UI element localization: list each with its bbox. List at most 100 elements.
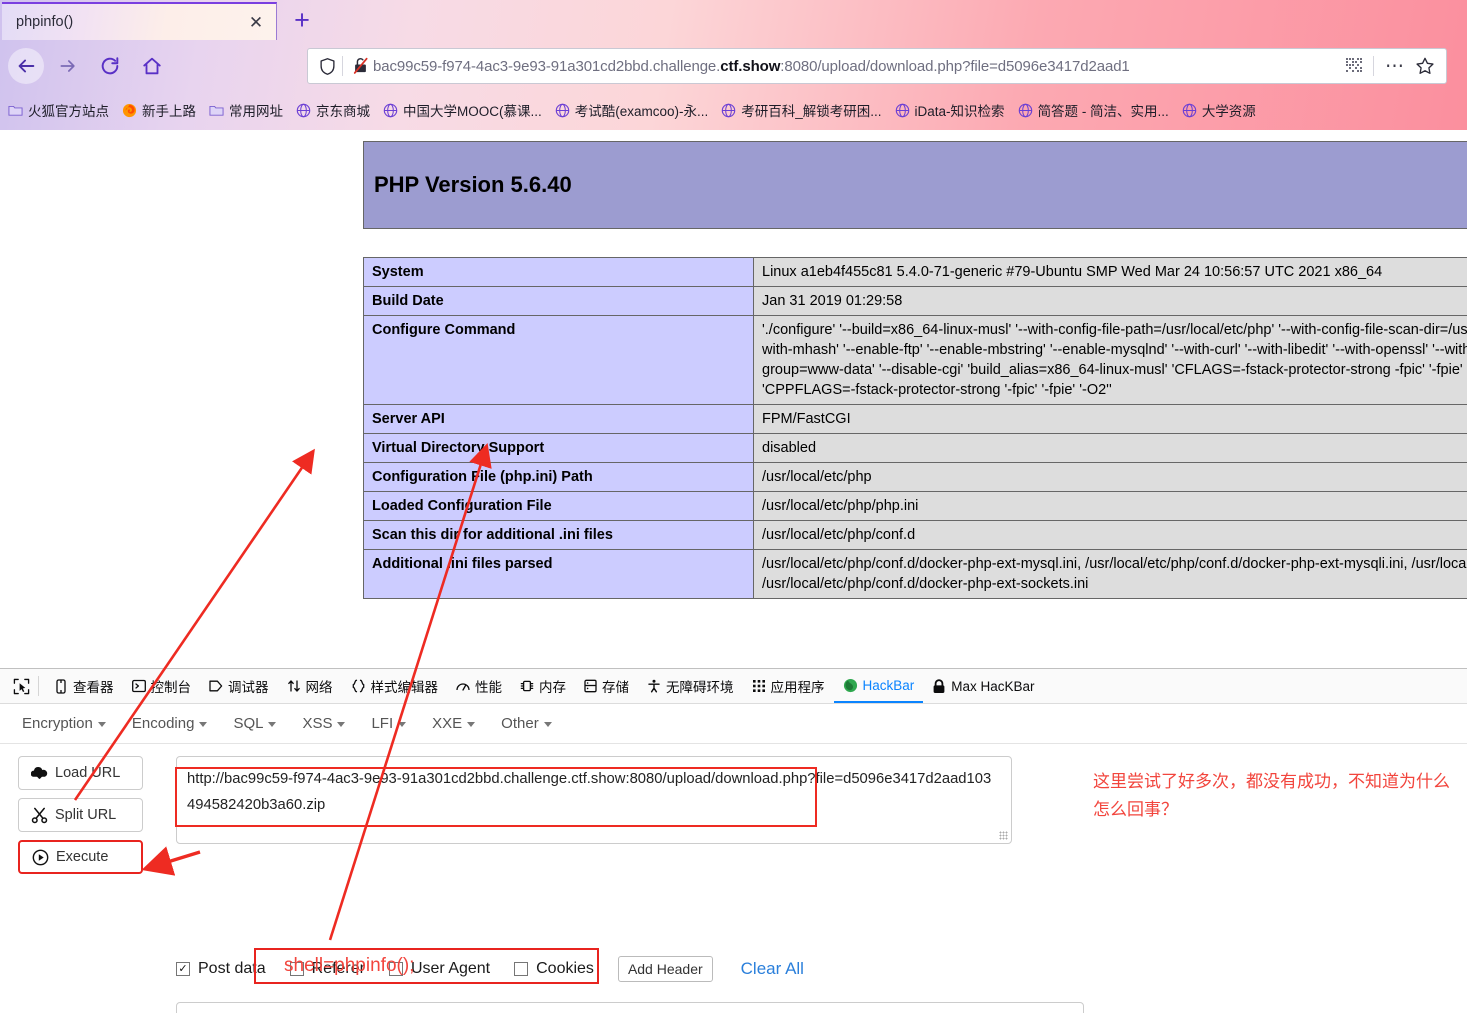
home-icon[interactable] [134, 48, 170, 84]
devtools-tab-network[interactable]: 网络 [278, 669, 342, 703]
table-cell-key: Virtual Directory Support [363, 433, 754, 463]
checkbox-box: ✓ [176, 962, 190, 976]
hackbar-menu-encryption[interactable]: Encryption [22, 715, 106, 732]
devtools-tab-debugger[interactable]: 调试器 [200, 669, 278, 703]
chevron-down-icon [337, 721, 346, 727]
hackbar-menu-xss[interactable]: XSS [302, 715, 346, 732]
hackbar-url-input[interactable]: http://bac99c59-f974-4ac3-9e93-91a301cd2… [176, 756, 1012, 844]
devtools-tab-inspector[interactable]: 查看器 [45, 669, 123, 703]
close-icon[interactable]: ✕ [244, 10, 268, 34]
devtools-tab-hackbar[interactable]: HackBar [833, 669, 924, 703]
split-url-button[interactable]: Split URL [18, 798, 143, 832]
devtools-tab-application[interactable]: 应用程序 [743, 669, 834, 703]
qr-code-icon[interactable] [1341, 58, 1367, 74]
bookmark-item[interactable]: 考研百科_解锁考研困... [721, 100, 882, 120]
forward-arrow-icon[interactable] [50, 48, 86, 84]
hackbar-menu-sql[interactable]: SQL [233, 715, 277, 732]
globe-icon [721, 103, 736, 118]
checkbox-post-data[interactable]: ✓ Post data [176, 960, 266, 978]
memory-icon [520, 679, 534, 693]
devtools-tab-style-editor[interactable]: 样式编辑器 [342, 669, 448, 703]
hackbar-menu-lfi[interactable]: LFI [371, 715, 407, 732]
add-header-button[interactable]: Add Header [617, 956, 713, 982]
divider [1373, 56, 1374, 76]
console-icon [131, 679, 146, 693]
bookmark-item[interactable]: 中国大学MOOC(慕课... [383, 100, 542, 120]
phpinfo-header: PHP Version 5.6.40 php [363, 141, 1467, 229]
bookmark-label: 考试酷(examcoo)-永... [574, 104, 709, 119]
bookmark-item[interactable]: 大学资源 [1182, 100, 1256, 120]
bookmark-item[interactable]: 简答题 - 简洁、实用... [1018, 100, 1169, 120]
chevron-down-icon [97, 721, 106, 727]
address-bar[interactable]: bac99c59-f974-4ac3-9e93-91a301cd2bbd.cha… [307, 48, 1447, 84]
table-row: Server API FPM/FastCGI [363, 404, 1467, 434]
url-text: bac99c59-f974-4ac3-9e93-91a301cd2bbd.cha… [373, 57, 1130, 75]
globe-icon [895, 103, 910, 118]
element-picker-icon[interactable] [6, 671, 36, 701]
lock-icon [932, 678, 946, 694]
bookmark-item[interactable]: 京东商城 [296, 100, 370, 120]
resize-handle[interactable] [999, 831, 1008, 840]
devtools-tab-performance[interactable]: 性能 [447, 669, 511, 703]
browser-chrome: phpinfo() ✕ + bac99c59-f974-4ac3-9e93-91… [0, 0, 1467, 130]
hackbar-menu-xxe[interactable]: XXE [432, 715, 476, 732]
broken-lock-icon[interactable] [347, 56, 373, 76]
tab-title: phpinfo() [16, 14, 74, 30]
new-tab-button[interactable]: + [288, 4, 316, 36]
hackbar-url-value: http://bac99c59-f974-4ac3-9e93-91a301cd2… [187, 771, 992, 813]
chevron-down-icon [467, 721, 476, 727]
page-actions-icon[interactable]: ⋯ [1380, 57, 1410, 76]
table-cell-key: Additional .ini files parsed [363, 549, 754, 599]
execute-button[interactable]: Execute [18, 840, 143, 874]
reload-icon[interactable] [92, 48, 128, 84]
chevron-down-icon [268, 721, 277, 727]
devtools-toolbar: 查看器 控制台 调试器 网络 样式编辑器 性能 内存 存储 无障碍环境 应用程序… [0, 669, 1467, 704]
bookmark-label: 考研百科_解锁考研困... [741, 104, 882, 119]
bookmark-item[interactable]: iData-知识检索 [895, 100, 1005, 120]
back-arrow-icon[interactable] [8, 48, 44, 84]
bookmarks-bar: 火狐官方站点 新手上路 常用网址 京东商城 中国大学MOOC(慕课... 考试酷… [0, 95, 1467, 125]
shield-icon[interactable] [314, 57, 340, 76]
debugger-icon [209, 679, 223, 693]
bookmark-item[interactable]: 火狐官方站点 [8, 100, 109, 120]
clear-all-button[interactable]: Clear All [741, 959, 804, 979]
globe-icon [383, 103, 398, 118]
folder-icon [8, 103, 23, 117]
table-row: Scan this dir for additional .ini files … [363, 520, 1467, 550]
bookmark-label: 火狐官方站点 [28, 104, 109, 119]
style-editor-icon [351, 679, 366, 693]
bookmark-star-icon[interactable] [1410, 56, 1440, 76]
devtools-tab-max-hackbar[interactable]: Max HacKBar [923, 669, 1043, 703]
hackbar-action-buttons: Load URL Split URL Execute [18, 756, 158, 882]
hackbar-menu-other[interactable]: Other [501, 715, 552, 732]
devtools-tab-accessibility[interactable]: 无障碍环境 [638, 669, 743, 703]
bookmark-item[interactable]: 新手上路 [122, 100, 196, 120]
bookmark-item[interactable]: 考试酷(examcoo)-永... [555, 100, 709, 120]
devtools-tab-console[interactable]: 控制台 [123, 669, 201, 703]
bookmark-label: 常用网址 [229, 104, 283, 119]
devtools-tab-memory[interactable]: 内存 [511, 669, 575, 703]
globe-icon [296, 103, 311, 118]
firefox-icon [122, 103, 137, 118]
browser-tab-phpinfo[interactable]: phpinfo() ✕ [2, 2, 277, 40]
tab-label: 调试器 [228, 680, 269, 695]
table-cell-key: Configure Command [363, 315, 754, 405]
bookmark-item[interactable]: 常用网址 [209, 100, 283, 120]
load-url-button[interactable]: Load URL [18, 756, 143, 790]
table-cell-value: /usr/local/etc/php/conf.d/docker-php-ext… [753, 549, 1467, 599]
devtools-tab-storage[interactable]: 存储 [575, 669, 638, 703]
globe-icon [1018, 103, 1033, 118]
hackbar-menu-encoding[interactable]: Encoding [132, 715, 208, 732]
page-content: PHP Version 5.6.40 php System Linux a1eb… [0, 130, 1467, 668]
tab-label: 应用程序 [770, 680, 825, 695]
tab-label: 网络 [305, 680, 333, 695]
table-cell-value: FPM/FastCGI [753, 404, 1467, 434]
scissors-icon [31, 807, 48, 824]
table-cell-value: Linux a1eb4f455c81 5.4.0-71-generic #79-… [753, 257, 1467, 287]
tab-label: 性能 [475, 680, 502, 695]
application-icon [752, 679, 766, 693]
bookmark-label: 京东商城 [316, 104, 370, 119]
chevron-down-icon [398, 721, 407, 727]
hackbar-post-data-input[interactable]: shell=ls; [176, 1002, 1084, 1013]
globe-icon [555, 103, 570, 118]
